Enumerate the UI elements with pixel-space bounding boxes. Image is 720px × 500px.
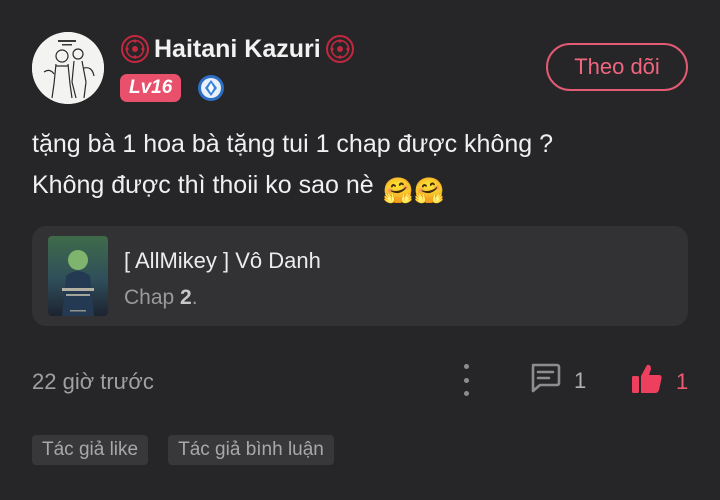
flower-ornament-icon	[120, 34, 150, 64]
flower-ornament-icon	[325, 34, 355, 64]
level-badge: Lv16	[120, 74, 182, 102]
comment-line: tặng bà 1 hoa bà tặng tui 1 chap được kh…	[32, 130, 554, 158]
tag-author-liked: Tác giả like	[32, 435, 149, 465]
user-name-row: Haitani Kazuri	[120, 31, 355, 67]
manga-cover-image	[48, 236, 108, 316]
chapter-label: Chap 2.	[124, 286, 198, 309]
more-options-icon[interactable]	[456, 364, 476, 396]
reply-button[interactable]: 1	[528, 362, 586, 399]
comment-line: Không được thì thoii ko sao nè	[32, 171, 374, 199]
like-count: 1	[676, 368, 689, 394]
comment-icon	[528, 362, 562, 399]
user-avatar[interactable]	[32, 32, 104, 104]
tag-author-commented: Tác giả bình luận	[168, 435, 334, 465]
hugging-face-emoji: 🤗🤗	[382, 177, 445, 205]
manga-title: [ AllMikey ] Vô Danh	[124, 248, 321, 273]
user-badges: Lv16	[120, 74, 225, 102]
comment-body: tặng bà 1 hoa bà tặng tui 1 chap được kh…	[32, 124, 692, 212]
comment-timestamp: 22 giờ trước	[32, 369, 154, 394]
comment-line-with-emoji: Không được thì thoii ko sao nè 🤗🤗	[32, 165, 692, 212]
follow-button[interactable]: Theo dõi	[546, 43, 688, 91]
chapter-number: 2	[180, 286, 192, 309]
like-button[interactable]: 1	[630, 362, 688, 401]
thumbs-up-icon	[630, 362, 664, 401]
tag-list: Tác giả like Tác giả bình luận	[32, 435, 354, 465]
reply-count: 1	[574, 367, 587, 393]
manga-link-card[interactable]: [ AllMikey ] Vô Danh Chap 2.	[32, 226, 688, 326]
username[interactable]: Haitani Kazuri	[154, 35, 321, 64]
diamond-rank-icon	[197, 74, 225, 102]
